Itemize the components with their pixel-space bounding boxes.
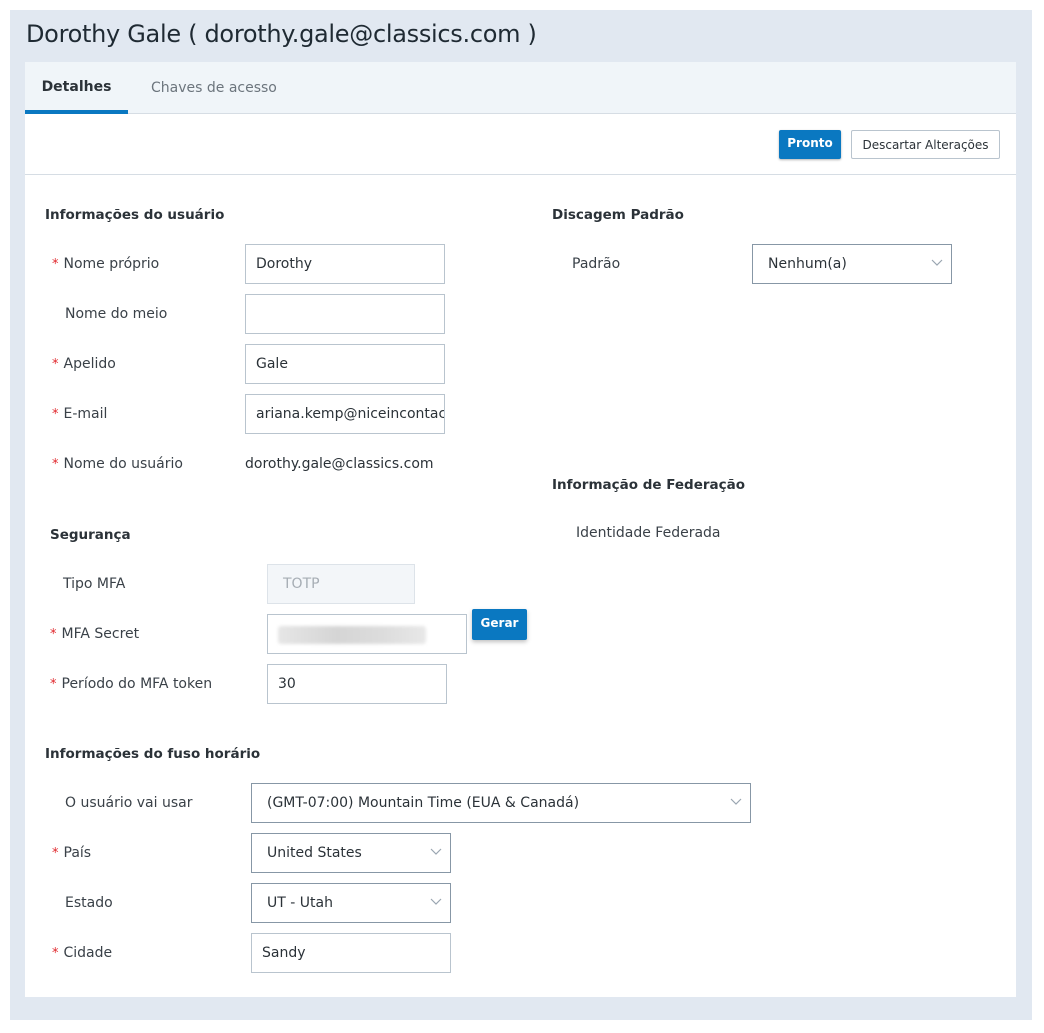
timezone-title: Informações do fuso horário bbox=[45, 746, 261, 762]
required-marker: * bbox=[52, 257, 59, 272]
first-name-input[interactable]: Dorothy bbox=[245, 244, 445, 284]
federation-title: Informação de Federação bbox=[552, 477, 746, 493]
discard-changes-button[interactable]: Descartar Alterações bbox=[851, 130, 1000, 159]
user-details-card: Detalhes Chaves de acesso Pronto Descart… bbox=[25, 62, 1016, 997]
default-dialing-title: Discagem Padrão bbox=[552, 207, 684, 223]
security-title: Segurança bbox=[50, 527, 131, 543]
required-marker: * bbox=[52, 457, 59, 472]
middle-name-label: Nome do meio bbox=[65, 306, 168, 322]
timezone-select[interactable]: (GMT-07:00) Mountain Time (EUA & Canadá) bbox=[251, 783, 751, 823]
middle-name-input[interactable] bbox=[245, 294, 445, 334]
required-marker: * bbox=[52, 357, 59, 372]
required-marker: * bbox=[52, 407, 59, 422]
required-marker: * bbox=[52, 946, 59, 961]
default-dialing-select[interactable]: Nenhum(a) bbox=[752, 244, 952, 284]
required-marker: * bbox=[50, 677, 57, 692]
chevron-down-icon bbox=[931, 259, 943, 266]
user-info-title: Informações do usuário bbox=[45, 207, 225, 223]
tab-bar: Detalhes Chaves de acesso bbox=[25, 62, 1016, 114]
generate-button[interactable]: Gerar bbox=[472, 609, 527, 640]
mfa-token-period-input[interactable]: 30 bbox=[267, 664, 447, 704]
mfa-secret-input[interactable] bbox=[267, 614, 467, 654]
timezone-value: (GMT-07:00) Mountain Time (EUA & Canadá) bbox=[267, 795, 580, 811]
username-value: dorothy.gale@classics.com bbox=[245, 456, 434, 472]
required-marker: * bbox=[50, 627, 57, 642]
mfa-type-input: TOTP bbox=[267, 564, 415, 604]
state-label: Estado bbox=[65, 895, 113, 911]
last-name-input[interactable]: Gale bbox=[245, 344, 445, 384]
city-input[interactable]: Sandy bbox=[251, 933, 451, 973]
mfa-secret-label: * MFA Secret bbox=[50, 626, 140, 642]
city-label: * Cidade bbox=[52, 945, 113, 961]
action-toolbar: Pronto Descartar Alterações bbox=[25, 114, 1016, 175]
username-label: * Nome do usuário bbox=[52, 456, 183, 472]
email-label: * E-mail bbox=[52, 406, 108, 422]
obscured-secret-value bbox=[278, 626, 426, 644]
email-input[interactable]: ariana.kemp@niceincontact bbox=[245, 394, 445, 434]
state-select[interactable]: UT - Utah bbox=[251, 883, 451, 923]
first-name-label: * Nome próprio bbox=[52, 256, 160, 272]
mfa-token-period-label: * Período do MFA token bbox=[50, 676, 213, 692]
default-dialing-label: Padrão bbox=[572, 256, 621, 272]
last-name-label: * Apelido bbox=[52, 356, 116, 372]
user-timezone-label: O usuário vai usar bbox=[65, 795, 193, 811]
chevron-down-icon bbox=[430, 898, 442, 905]
state-value: UT - Utah bbox=[267, 895, 333, 911]
done-button[interactable]: Pronto bbox=[779, 130, 841, 159]
tab-detalhes[interactable]: Detalhes bbox=[25, 62, 128, 114]
country-value: United States bbox=[267, 845, 362, 861]
page-container: Dorothy Gale ( dorothy.gale@classics.com… bbox=[10, 10, 1032, 1020]
chevron-down-icon bbox=[730, 798, 742, 805]
country-label: * País bbox=[52, 845, 92, 861]
required-marker: * bbox=[52, 846, 59, 861]
tab-chaves-de-acesso[interactable]: Chaves de acesso bbox=[151, 62, 277, 114]
chevron-down-icon bbox=[430, 848, 442, 855]
mfa-type-label: Tipo MFA bbox=[63, 576, 126, 592]
page-title: Dorothy Gale ( dorothy.gale@classics.com… bbox=[26, 20, 537, 48]
federated-identity-label: Identidade Federada bbox=[576, 525, 721, 541]
default-dialing-value: Nenhum(a) bbox=[768, 256, 847, 272]
country-select[interactable]: United States bbox=[251, 833, 451, 873]
